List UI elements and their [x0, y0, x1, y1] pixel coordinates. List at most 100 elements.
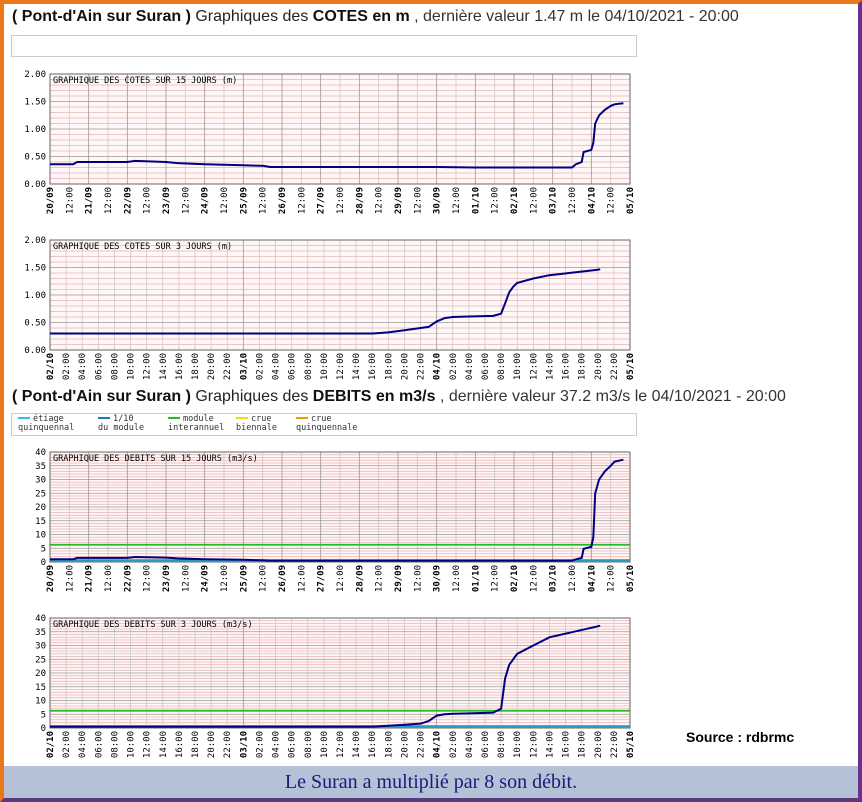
y-tick-label: 0.50	[24, 319, 46, 329]
y-tick-label: 20	[35, 503, 46, 513]
x-tick-label: 01/10	[471, 565, 481, 592]
x-tick-label: 12:00	[375, 565, 385, 592]
chart-title: GRAPHIQUE DES COTES SUR 15 JOURS (m)	[53, 76, 237, 86]
x-tick-label: 12:00	[143, 187, 153, 214]
x-tick-label: 22/09	[123, 565, 133, 592]
x-tick-label: 12:00	[607, 565, 617, 592]
x-tick-label: 24/09	[201, 187, 211, 214]
x-tick-label: 12:00	[491, 187, 501, 214]
x-tick-label: 10:00	[320, 353, 330, 380]
x-tick-label: 25/09	[239, 187, 249, 214]
y-tick-label: 1.50	[24, 98, 46, 108]
debits-header: ( Pont-d'Ain sur Suran ) Graphiques des …	[12, 388, 786, 406]
x-tick-label: 16:00	[175, 731, 185, 758]
cotes-header-station: ( Pont-d'Ain sur Suran )	[12, 8, 191, 25]
x-tick-label: 22:00	[610, 731, 620, 758]
x-tick-label: 16:00	[368, 353, 378, 380]
legend-swatch-dixieme-module	[98, 416, 110, 419]
x-tick-label: 06:00	[288, 353, 298, 380]
x-tick-label: 20/09	[46, 565, 56, 592]
x-tick-label: 20:00	[207, 353, 217, 380]
y-tick-label: 15	[35, 683, 46, 693]
x-tick-label: 03/10	[239, 731, 249, 758]
x-tick-label: 29/09	[394, 187, 404, 214]
legend-sublabel: interannuel	[168, 423, 225, 433]
legend-item-crue-biennale: crue biennale	[236, 415, 277, 433]
x-tick-label: 08:00	[304, 731, 314, 758]
debits-legend: étiage quinquennal 1/10 du module module in…	[11, 413, 637, 436]
x-tick-label: 05/10	[626, 565, 636, 592]
cotes-legend-box	[11, 35, 637, 57]
legend-swatch-crue-quinquennale	[296, 416, 308, 419]
x-tick-label: 12:00	[259, 187, 269, 214]
y-tick-label: 10	[35, 531, 46, 541]
x-tick-label: 10:00	[127, 353, 137, 380]
x-tick-label: 14:00	[545, 353, 555, 380]
x-tick-label: 16:00	[368, 731, 378, 758]
x-tick-label: 12:00	[529, 187, 539, 214]
x-tick-label: 14:00	[352, 731, 362, 758]
x-tick-label: 12:00	[336, 187, 346, 214]
x-tick-label: 04:00	[465, 731, 475, 758]
x-tick-label: 03/10	[239, 353, 249, 380]
y-tick-label: 0.00	[24, 180, 46, 190]
x-tick-label: 08:00	[110, 353, 120, 380]
x-tick-label: 20:00	[400, 353, 410, 380]
x-tick-label: 16:00	[562, 353, 572, 380]
x-tick-label: 12:00	[143, 353, 153, 380]
x-tick-label: 12:00	[491, 565, 501, 592]
x-tick-label: 10:00	[127, 731, 137, 758]
y-tick-label: 25	[35, 489, 46, 499]
y-tick-label: 2.00	[24, 70, 46, 80]
y-tick-label: 35	[35, 628, 46, 638]
y-tick-label: 30	[35, 476, 46, 486]
x-tick-label: 12:00	[104, 565, 114, 592]
x-tick-label: 20:00	[400, 731, 410, 758]
x-tick-label: 18:00	[191, 353, 201, 380]
cotes-header-mid: Graphiques des	[195, 8, 309, 25]
caption-banner: Le Suran a multiplié par 8 son débit.	[4, 766, 858, 798]
x-tick-label: 12:00	[65, 565, 75, 592]
x-tick-label: 02:00	[62, 353, 72, 380]
x-tick-label: 03/10	[549, 187, 559, 214]
y-tick-label: 5	[41, 544, 46, 554]
legend-sublabel: quinquennale	[296, 423, 358, 433]
x-tick-label: 12:00	[529, 565, 539, 592]
x-tick-label: 08:00	[497, 731, 507, 758]
x-tick-label: 12:00	[452, 187, 462, 214]
chart-title: GRAPHIQUE DES DEBITS SUR 15 JOURS (m3/s)	[53, 454, 258, 464]
x-tick-label: 08:00	[304, 353, 314, 380]
legend-item-crue-quinquennale: crue quinquennale	[296, 415, 357, 433]
x-tick-label: 27/09	[317, 565, 327, 592]
x-tick-label: 18:00	[191, 731, 201, 758]
x-tick-label: 22:00	[223, 731, 233, 758]
x-tick-label: 06:00	[94, 731, 104, 758]
x-tick-label: 14:00	[159, 353, 169, 380]
y-tick-label: 1.00	[24, 291, 46, 301]
x-tick-label: 20:00	[594, 353, 604, 380]
legend-item-dixieme-module: 1/10 du module	[98, 415, 144, 433]
legend-item-etiage: étiage quinquennal	[18, 415, 74, 433]
x-tick-label: 27/09	[317, 187, 327, 214]
x-tick-label: 12:00	[413, 187, 423, 214]
x-tick-label: 12:00	[413, 565, 423, 592]
x-tick-label: 12:00	[568, 187, 578, 214]
x-tick-label: 12:00	[259, 565, 269, 592]
x-tick-label: 22/09	[123, 187, 133, 214]
x-tick-label: 21/09	[85, 187, 95, 214]
x-tick-label: 10:00	[513, 353, 523, 380]
x-tick-label: 12:00	[104, 187, 114, 214]
debits-header-quantity: DEBITS en m3/s	[312, 388, 436, 405]
x-tick-label: 30/09	[433, 187, 443, 214]
x-tick-label: 12:00	[143, 731, 153, 758]
legend-swatch-etiage	[18, 416, 30, 419]
y-tick-label: 1.00	[24, 125, 46, 135]
debits-header-station: ( Pont-d'Ain sur Suran )	[12, 388, 191, 405]
x-tick-label: 28/09	[355, 187, 365, 214]
x-tick-label: 14:00	[352, 353, 362, 380]
x-tick-label: 12:00	[375, 187, 385, 214]
x-tick-label: 04/10	[587, 565, 597, 592]
x-tick-label: 12:00	[336, 565, 346, 592]
x-tick-label: 04/10	[587, 187, 597, 214]
x-tick-label: 23/09	[162, 187, 172, 214]
